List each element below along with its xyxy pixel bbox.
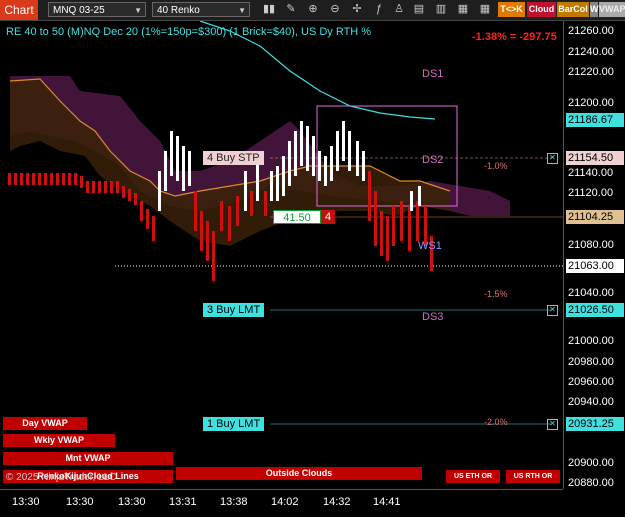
tk-button[interactable]: T<>K (498, 2, 525, 17)
chart-tab[interactable]: Chart (0, 0, 38, 20)
y-label-position: 21104.25 (566, 210, 624, 224)
bar-type-selector[interactable]: 40 Renko ▼ (152, 2, 250, 17)
y-tick: 21040.00 (568, 287, 614, 299)
y-tick: 21220.00 (568, 66, 614, 78)
time-axis[interactable]: 13:30 13:30 13:30 13:31 13:38 14:02 14:3… (0, 489, 563, 517)
y-tick: 20880.00 (568, 477, 614, 489)
y-label-last-price: 21063.00 (566, 259, 624, 273)
ws1-label: WS1 (418, 240, 442, 252)
pct-label-3: -2.0% (484, 417, 508, 427)
instrument-value: MNQ 03-25 (53, 5, 105, 16)
zoom-out-icon[interactable]: ⊖ (328, 2, 342, 17)
pct-label-1: -1.0% (484, 161, 508, 171)
x-tick: 13:38 (220, 496, 248, 508)
wkly-vwap-button[interactable]: Wkly VWAP (3, 434, 115, 447)
pnl-display: -1.38% = -297.75 (472, 31, 557, 43)
crosshair-icon[interactable]: ✢ (350, 2, 364, 17)
properties-icon[interactable]: ▥ (434, 2, 448, 17)
ds1-label: DS1 (422, 68, 444, 80)
y-tick: 21140.00 (568, 167, 614, 179)
us-rth-or-button[interactable]: US RTH OR (506, 470, 560, 483)
cancel-order-icon[interactable]: ✕ (547, 153, 558, 164)
mnt-vwap-button[interactable]: Mnt VWAP (3, 452, 173, 465)
x-tick: 14:02 (271, 496, 299, 508)
bars-icon[interactable]: ▮▮ (262, 2, 276, 17)
y-label-vwap: 21186.67 (566, 113, 624, 127)
instrument-selector[interactable]: MNQ 03-25 ▼ (48, 2, 146, 17)
y-tick: 20960.00 (568, 376, 614, 388)
buy-stp-order[interactable]: 4 Buy STP (203, 151, 264, 165)
y-label-buy-lmt3: 21026.50 (566, 303, 624, 317)
y-tick: 21240.00 (568, 46, 614, 58)
bar-type-value: 40 Renko (157, 5, 200, 16)
chevron-down-icon: ▼ (134, 6, 142, 15)
buy-lmt3-order[interactable]: 3 Buy LMT (203, 303, 265, 317)
barcol-button[interactable]: BarCol (557, 2, 589, 17)
y-tick: 21000.00 (568, 335, 614, 347)
cancel-order-icon[interactable]: ✕ (547, 419, 558, 430)
x-tick: 13:30 (12, 496, 40, 508)
y-tick: 21120.00 (568, 187, 614, 199)
us-eth-or-button[interactable]: US ETH OR (446, 470, 500, 483)
ds3-label: DS3 (422, 311, 444, 323)
data-box-icon[interactable]: ▦ (478, 2, 492, 17)
y-tick: 20940.00 (568, 396, 614, 408)
price-axis[interactable]: 21260.00 21240.00 21220.00 21200.00 2114… (563, 21, 625, 489)
y-tick: 21200.00 (568, 97, 614, 109)
cloud-button[interactable]: Cloud (527, 2, 556, 17)
day-vwap-button[interactable]: Day VWAP (3, 417, 87, 430)
y-tick: 20980.00 (568, 356, 614, 368)
toolbar: Chart MNQ 03-25 ▼ 40 Renko ▼ ▮▮ ✎ ⊕ ⊖ ✢ ƒ … (0, 0, 625, 21)
x-tick: 14:32 (323, 496, 351, 508)
x-tick: 13:31 (169, 496, 197, 508)
strategy-icon[interactable]: ♙ (392, 2, 406, 17)
y-label-buy-stp: 21154.50 (566, 151, 624, 165)
zoom-in-icon[interactable]: ⊕ (306, 2, 320, 17)
cancel-order-icon[interactable]: ✕ (547, 305, 558, 316)
x-tick: 13:30 (118, 496, 146, 508)
pct-label-2: -1.5% (484, 289, 508, 299)
templates-icon[interactable]: ▦ (456, 2, 470, 17)
y-label-buy-lmt1: 20931.25 (566, 417, 624, 431)
indicator-icon[interactable]: ƒ (372, 2, 386, 17)
y-tick: 21260.00 (568, 25, 614, 37)
chart-title: RE 40 to 50 (M)NQ Dec 20 (1%=150p=$300) … (6, 26, 372, 38)
y-tick: 20900.00 (568, 457, 614, 469)
w-button[interactable]: W (590, 2, 599, 17)
copyright: © 2025 NinjaTrader, LLC (6, 472, 117, 483)
chart-area[interactable]: RE 40 to 50 (M)NQ Dec 20 (1%=150p=$300) … (0, 20, 563, 489)
outside-clouds-button[interactable]: Outside Clouds (176, 467, 422, 480)
position-qty[interactable]: 4 (321, 210, 335, 224)
x-tick: 13:30 (66, 496, 94, 508)
x-tick: 14:41 (373, 496, 401, 508)
vwap-button[interactable]: VWAP (599, 2, 625, 17)
y-tick: 21080.00 (568, 239, 614, 251)
buy-lmt1-order[interactable]: 1 Buy LMT (203, 417, 265, 431)
chevron-down-icon: ▼ (238, 6, 246, 15)
chart-trader-icon[interactable]: ▤ (412, 2, 426, 17)
ds2-label: DS2 (422, 154, 444, 166)
draw-tool-icon[interactable]: ✎ (284, 2, 298, 17)
position-value[interactable]: 41.50 (273, 210, 321, 224)
